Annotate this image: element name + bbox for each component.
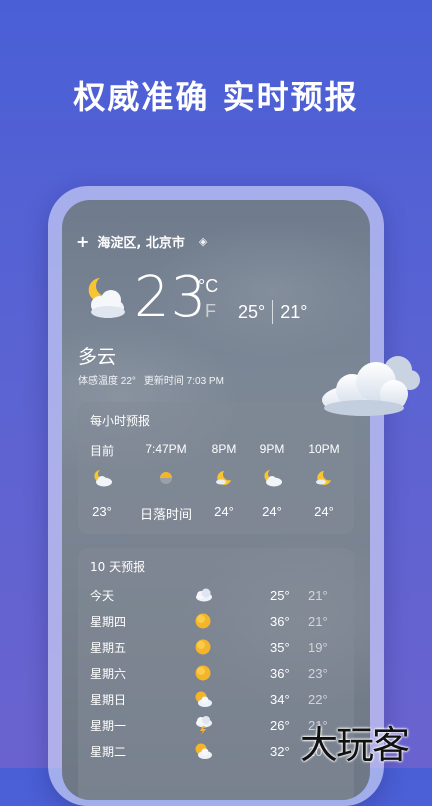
hourly-item: 10PM 24°: [296, 442, 352, 519]
daily-day: 星期六: [90, 666, 127, 681]
daily-high: 34°: [270, 691, 290, 707]
feels-like: 体感温度 22°: [78, 376, 136, 387]
daily-day: 星期二: [90, 744, 127, 759]
daily-day: 星期一: [90, 718, 127, 733]
partly-cloudy-icon: [195, 743, 212, 759]
daily-low: 21°: [308, 587, 328, 603]
daily-row[interactable]: 星期日 34° 22°: [90, 686, 342, 712]
moon-icon: [316, 471, 331, 485]
daily-title: 10 天预报: [90, 560, 146, 574]
promo-headline: 权威准确 实时预报: [73, 78, 359, 116]
daily-row[interactable]: 今天 25° 21°: [90, 582, 342, 608]
sun-icon: [195, 639, 211, 655]
hourly-time: 7:47PM: [145, 442, 187, 456]
partly-cloudy-night-icon: [88, 278, 125, 318]
sun-icon: [195, 665, 211, 681]
partly-cloudy-icon: [195, 691, 212, 707]
daily-row[interactable]: 星期五 35° 19°: [90, 634, 342, 660]
sun-icon: [195, 613, 211, 629]
daily-low: 21°: [308, 613, 328, 629]
daily-day: 星期五: [90, 640, 127, 655]
add-location-icon[interactable]: +: [76, 232, 89, 251]
location-name: 海淀区, 北京市: [97, 236, 185, 251]
daily-high: 35°: [270, 639, 290, 655]
daily-day: 星期日: [90, 692, 127, 707]
sunset-icon: [160, 472, 172, 484]
location-pin-icon: ◈: [198, 235, 208, 248]
hourly-temp: 24°: [262, 504, 282, 519]
weather-condition: 多云: [78, 346, 117, 368]
watermark-logo: 大玩客: [300, 723, 410, 767]
daily-low: 23°: [308, 665, 328, 681]
hourly-temp: 23°: [92, 504, 112, 519]
weather-meta: 体感温度 22° 更新时间 7:03 PM: [78, 372, 224, 387]
daily-row[interactable]: 星期四 36° 21°: [90, 608, 342, 634]
daily-high: 26°: [270, 717, 290, 733]
hourly-temp: 24°: [314, 504, 334, 519]
cloudy-icon: [196, 588, 212, 602]
unit-fahrenheit[interactable]: F: [205, 301, 216, 322]
today-high-low: 25° 21°: [238, 300, 307, 324]
current-temperature: 23: [134, 265, 208, 330]
thunderstorm-icon: [196, 716, 212, 735]
today-low: 21°: [280, 301, 308, 322]
hourly-time: 10PM: [308, 442, 340, 456]
hourly-title: 每小时预报: [90, 414, 151, 428]
hourly-item: 目前 23°: [74, 442, 130, 519]
hourly-temp: 日落时间: [139, 507, 192, 522]
hourly-time: 9PM: [259, 442, 285, 456]
hourly-item: 9PM 24°: [244, 442, 300, 519]
update-time: 更新时间 7:03 PM: [143, 376, 224, 387]
daily-high: 36°: [270, 665, 290, 681]
unit-celsius[interactable]: °C: [198, 276, 218, 297]
daily-day: 今天: [90, 588, 115, 603]
daily-row[interactable]: 星期六 36° 23°: [90, 660, 342, 686]
daily-low: 22°: [308, 691, 328, 707]
cloud-moon-icon: [264, 470, 282, 487]
location-bar[interactable]: + 海淀区, 北京市 ◈: [76, 232, 207, 251]
daily-high: 25°: [270, 587, 290, 603]
today-high: 25°: [238, 301, 266, 322]
cloud-moon-icon: [94, 470, 112, 487]
app-screen: + 海淀区, 北京市 ◈ 23 °C F 25° 21° 多云 体感温度 22°…: [62, 200, 370, 800]
hourly-time: 目前: [89, 444, 114, 458]
moon-icon: [216, 471, 231, 485]
hourly-item: 7:47PM 日落时间: [134, 442, 198, 523]
daily-day: 星期四: [90, 614, 127, 629]
decorative-cloud-icon: [322, 356, 420, 416]
daily-high: 32°: [270, 743, 290, 759]
daily-high: 36°: [270, 613, 290, 629]
daily-low: 19°: [308, 639, 328, 655]
hourly-forecast-card[interactable]: 每小时预报 目前 23° 7:47PM 日落时间 8PM 24° 9PM 24°…: [78, 402, 354, 534]
